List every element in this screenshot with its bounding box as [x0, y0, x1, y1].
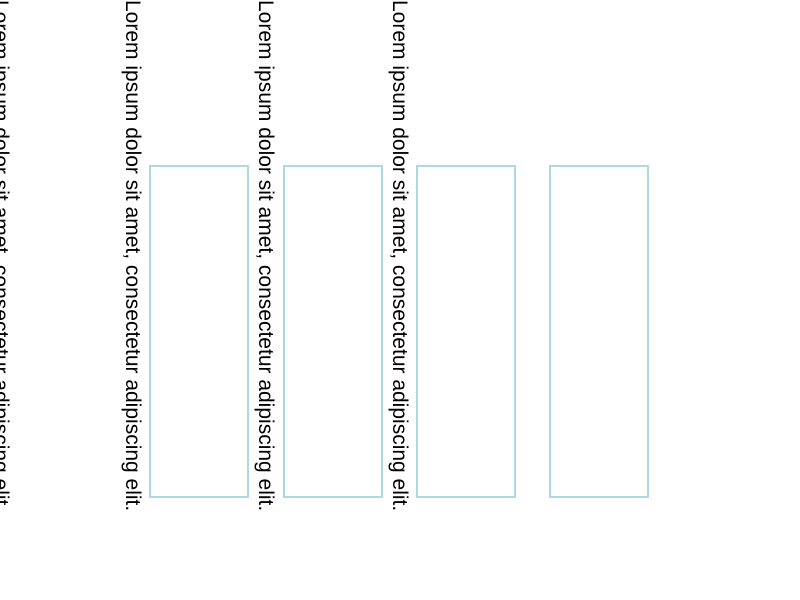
outline-box: [549, 165, 649, 498]
vertical-text-column: Lorem ipsum dolor sit amet, consectetur …: [0, 0, 12, 512]
outline-box: [283, 165, 383, 498]
vertical-text-column: Lorem ipsum dolor sit amet, consectetur …: [121, 0, 144, 512]
vertical-text-column: Lorem ipsum dolor sit amet, consectetur …: [388, 0, 411, 512]
outline-box: [149, 165, 249, 498]
vertical-text-column: Lorem ipsum dolor sit amet, consectetur …: [254, 0, 277, 512]
outline-box: [416, 165, 516, 498]
